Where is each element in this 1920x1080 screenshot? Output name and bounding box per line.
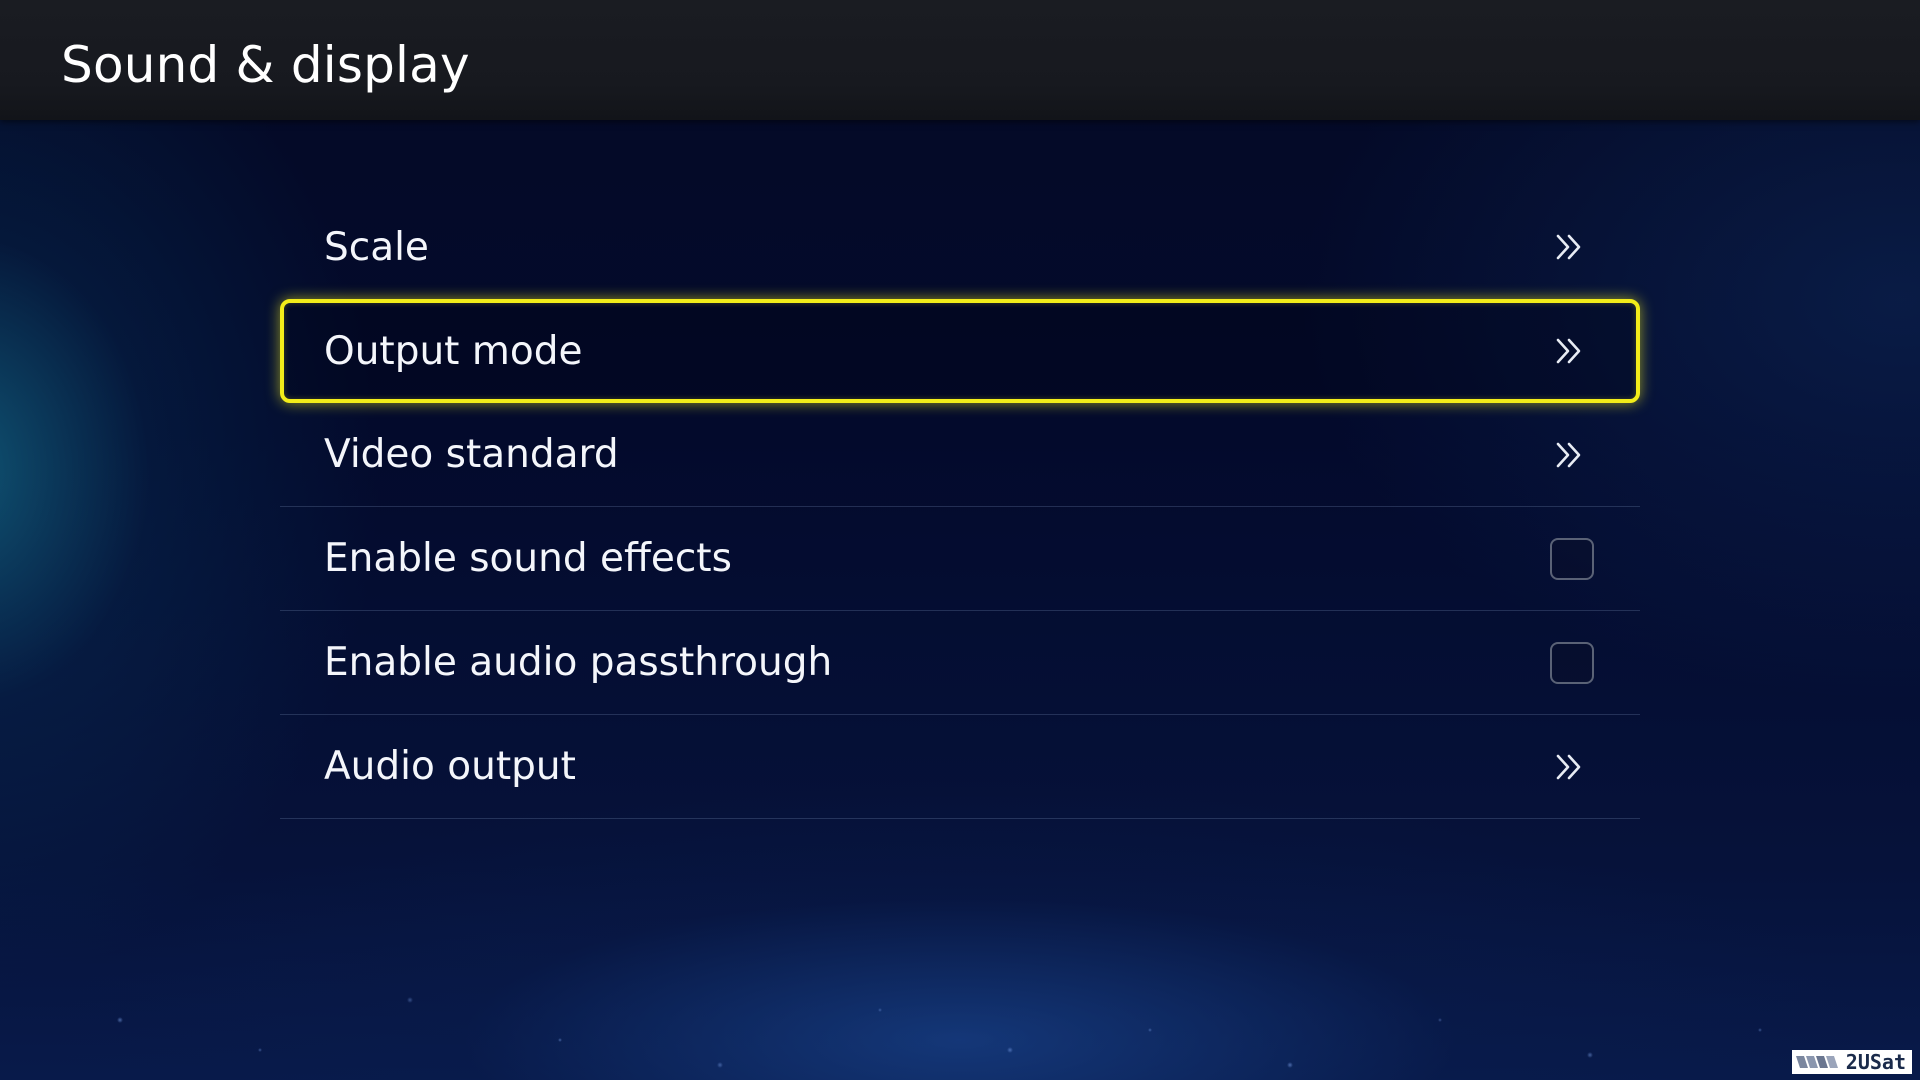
- header-bar: Sound & display: [0, 0, 1920, 120]
- menu-item-label: Enable sound effects: [324, 536, 732, 581]
- watermark: 2USat: [1791, 1050, 1912, 1074]
- menu-item-label: Scale: [324, 224, 429, 270]
- watermark-logo-icon: [1795, 1056, 1838, 1068]
- audio-passthrough-checkbox[interactable]: [1550, 641, 1594, 684]
- menu-item-label: Enable audio passthrough: [324, 640, 833, 685]
- settings-menu: Scale Output mode Video standard Enable …: [280, 195, 1640, 819]
- menu-item-scale[interactable]: Scale: [280, 195, 1640, 299]
- background-bokeh: [0, 880, 1920, 1080]
- menu-item-label: Output mode: [324, 328, 583, 374]
- menu-item-enable-sound-effects[interactable]: Enable sound effects: [280, 507, 1640, 611]
- menu-item-enable-audio-passthrough[interactable]: Enable audio passthrough: [280, 611, 1640, 715]
- sound-effects-checkbox[interactable]: [1550, 537, 1594, 580]
- double-chevron-right-icon: [1556, 234, 1581, 260]
- menu-item-audio-output[interactable]: Audio output: [280, 715, 1640, 819]
- double-chevron-right-icon: [1556, 754, 1581, 779]
- watermark-text: 2USat: [1845, 1050, 1906, 1074]
- menu-item-label: Audio output: [324, 744, 576, 789]
- page-title: Sound & display: [61, 36, 470, 94]
- menu-item-video-standard[interactable]: Video standard: [280, 403, 1640, 507]
- sound-display-screen: Sound & display Scale Output mode Video …: [0, 0, 1920, 1080]
- menu-item-output-mode[interactable]: Output mode: [280, 299, 1640, 403]
- double-chevron-right-icon: [1556, 442, 1581, 467]
- menu-item-label: Video standard: [324, 432, 619, 477]
- double-chevron-right-icon: [1556, 338, 1581, 364]
